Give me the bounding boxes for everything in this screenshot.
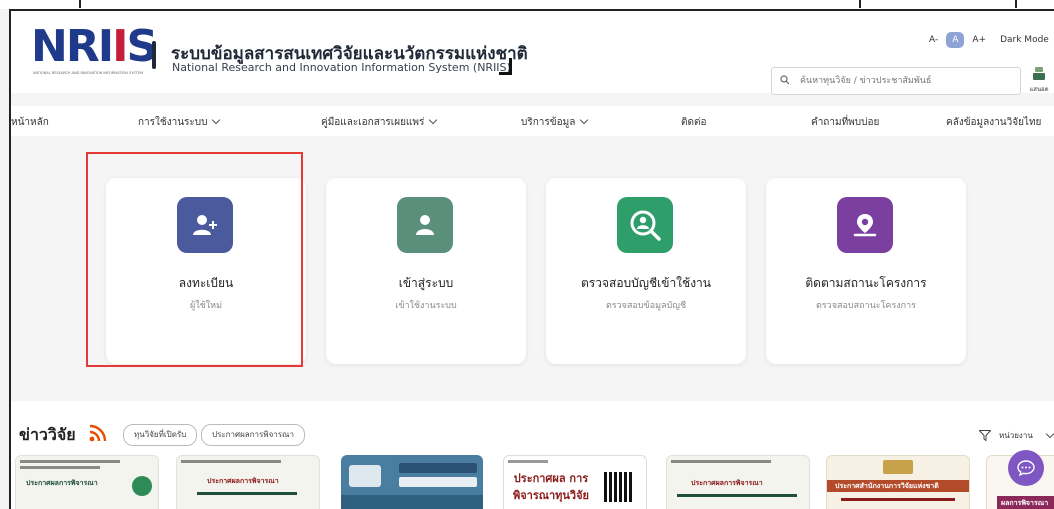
agency-filter[interactable]: หน่วยงาน: [979, 429, 1054, 442]
track-project-card[interactable]: ติดตามสถานะโครงการ ตรวจสอบสถานะโครงการ: [766, 178, 966, 364]
tab-announcements[interactable]: ประกาศผลการพิจารณา: [201, 424, 305, 446]
news-thumbnail[interactable]: ประกาศผลการพิจารณา: [666, 455, 810, 509]
card-title: ติดตามสถานะโครงการ: [805, 276, 927, 290]
font-default-button[interactable]: A: [946, 32, 965, 48]
nav-label: คลังข้อมูลงานวิจัยไทย: [946, 117, 1042, 128]
search-input[interactable]: [798, 72, 1012, 90]
thumb-text: ประกาศผลการพิจารณา: [691, 479, 763, 487]
logo-divider: [152, 41, 156, 69]
site-header: NRIIS NATIONAL RESEARCH AND INNOVATION I…: [11, 11, 1054, 95]
search-box[interactable]: [771, 67, 1021, 95]
edge-tick: [859, 0, 861, 8]
dark-mode-toggle[interactable]: Dark Mode: [1000, 35, 1049, 45]
filter-icon: [979, 430, 991, 441]
thumb-text: ประกาศผล การพิจารณาทุนวิจัย: [512, 472, 589, 502]
chevron-down-icon: [429, 115, 438, 125]
font-size-controls: A- A A+ Dark Mode: [925, 32, 1049, 48]
main-nav: หน้าหลัก การใช้งานระบบ คู่มือและเอกสารเผ…: [11, 106, 1054, 136]
login-button[interactable]: แสนอต: [1027, 66, 1051, 93]
edge-tick: [1015, 0, 1017, 8]
nav-item-thai-research-repository[interactable]: คลังข้อมูลงานวิจัยไทย: [946, 115, 1041, 130]
chevron-down-icon: [212, 115, 221, 125]
nav-item-manuals[interactable]: คู่มือและเอกสารเผยแพร่: [321, 115, 438, 130]
logo-wordmark: NRIIS: [31, 21, 158, 72]
nav-item-system-usage[interactable]: การใช้งานระบบ: [138, 115, 221, 130]
news-thumbnail[interactable]: ประกาศผลการพิจารณา: [15, 455, 159, 509]
highlight-annotation: [86, 152, 303, 367]
news-thumbnail[interactable]: ประกาศผลการพิจารณา: [176, 455, 320, 509]
nav-label: การใช้งานระบบ: [138, 117, 208, 128]
location-icon: [837, 197, 893, 253]
chevron-down-icon: [1045, 429, 1054, 438]
news-thumbnail[interactable]: [341, 455, 483, 509]
thumb-text: ประกาศสำนักงานการวิจัยแห่งชาติ: [835, 482, 939, 490]
nav-item-faq[interactable]: คำถามที่พบบ่อย: [811, 115, 879, 130]
thumb-text: ผลการพิจารณา: [1001, 499, 1049, 507]
nav-label: หน้าหลัก: [11, 117, 49, 128]
login-label: แสนอต: [1029, 86, 1049, 93]
card-subtitle: ตรวจสอบข้อมูลบัญชี: [605, 301, 687, 311]
nav-label: บริการข้อมูล: [521, 117, 576, 128]
nav-item-contact[interactable]: ติดต่อ: [681, 115, 707, 130]
filter-label: หน่วยงาน: [999, 431, 1033, 440]
chat-button[interactable]: [1008, 450, 1044, 486]
logo-subtitle: NATIONAL RESEARCH AND INNOVATION INFORMA…: [33, 71, 143, 75]
title-bracket-mark: [499, 58, 512, 75]
check-account-card[interactable]: ตรวจสอบบัญชีเข้าใช้งาน ตรวจสอบข้อมูลบัญช…: [546, 178, 746, 364]
news-thumbnail[interactable]: ประกาศสำนักงานการวิจัยแห่งชาติ: [826, 455, 970, 509]
login-icon: [1033, 67, 1045, 80]
font-larger-button[interactable]: A+: [968, 33, 990, 47]
chevron-down-icon: [580, 115, 589, 125]
search-icon: [780, 75, 790, 85]
news-thumbnail[interactable]: ประกาศผล การพิจารณาทุนวิจัย: [503, 455, 647, 509]
thumb-text: ประกาศผลการพิจารณา: [207, 477, 279, 485]
nav-item-home[interactable]: หน้าหลัก: [11, 115, 49, 130]
font-smaller-button[interactable]: A-: [925, 33, 942, 47]
top-strip: [0, 0, 1054, 9]
card-subtitle: เข้าใช้งานระบบ: [395, 301, 457, 311]
nav-label: ติดต่อ: [681, 117, 707, 128]
site-title-english: National Research and Innovation Informa…: [172, 61, 511, 74]
nav-item-data-services[interactable]: บริการข้อมูล: [521, 115, 589, 130]
card-title: ตรวจสอบบัญชีเข้าใช้งาน: [581, 276, 711, 290]
nav-label: คำถามที่พบบ่อย: [811, 117, 880, 128]
login-card[interactable]: เข้าสู่ระบบ เข้าใช้งานระบบ: [326, 178, 526, 364]
tab-open-grants[interactable]: ทุนวิจัยที่เปิดรับ: [123, 424, 198, 446]
thumb-text: ประกาศผลการพิจารณา: [26, 479, 98, 487]
card-title: เข้าสู่ระบบ: [398, 276, 454, 290]
news-title: ข่าววิจัย: [19, 425, 76, 444]
edge-tick: [79, 0, 81, 8]
rss-icon[interactable]: [89, 424, 107, 442]
card-subtitle: ตรวจสอบสถานะโครงการ: [815, 301, 917, 311]
chat-icon: [1017, 460, 1035, 476]
research-news-section: ข่าววิจัย ทุนวิจัยที่เปิดรับ ประกาศผลการ…: [11, 401, 1054, 509]
nriis-logo[interactable]: NRIIS NATIONAL RESEARCH AND INNOVATION I…: [31, 24, 158, 76]
search-user-icon: [617, 197, 673, 253]
nav-label: คู่มือและเอกสารเผยแพร่: [321, 117, 425, 128]
user-icon: [397, 197, 453, 253]
